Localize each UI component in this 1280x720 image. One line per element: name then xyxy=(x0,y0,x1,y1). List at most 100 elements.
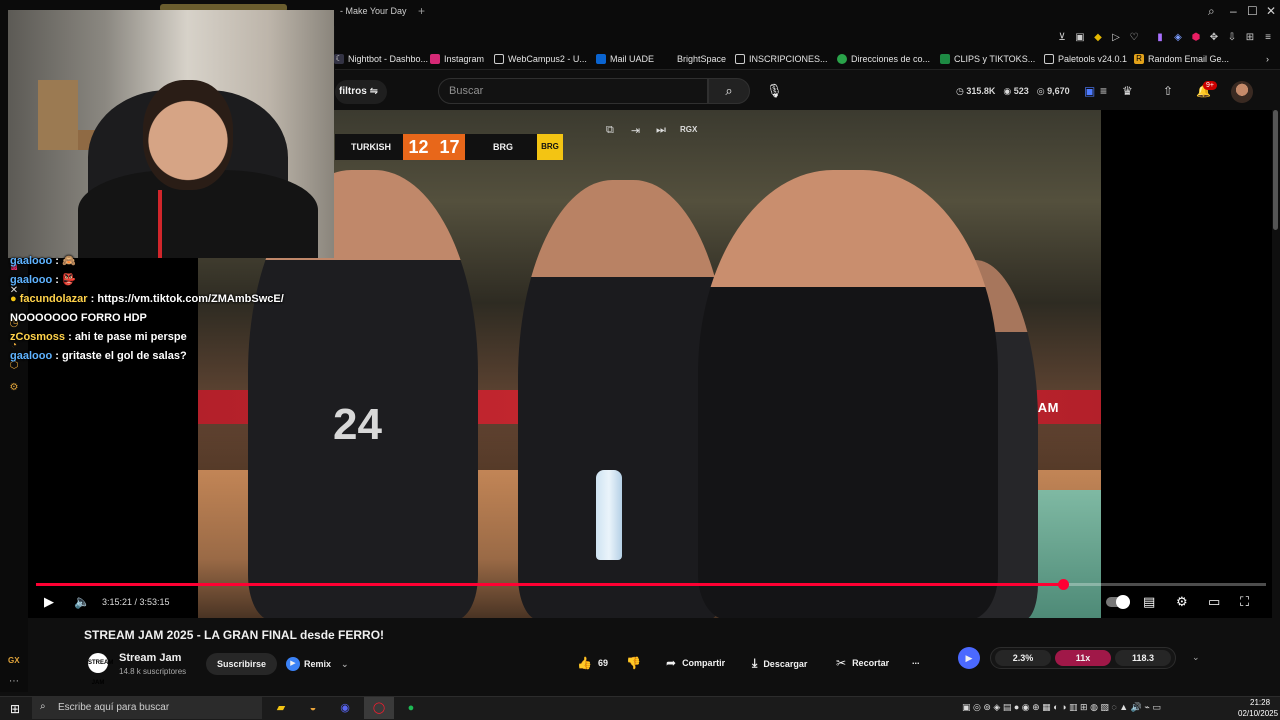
maximize-icon[interactable]: ☐ xyxy=(1247,4,1258,18)
channel-name[interactable]: Stream Jam xyxy=(119,652,181,664)
download-icon[interactable]: ⇩ xyxy=(1226,32,1238,44)
trophy-icon[interactable]: ♛ xyxy=(1122,84,1133,98)
file-explorer-icon[interactable]: ▰ xyxy=(270,699,292,717)
filters-button[interactable]: filtros ⇋ xyxy=(335,80,387,104)
close-icon[interactable]: ✕ xyxy=(1266,4,1276,18)
extension-play-icon[interactable]: ▶ xyxy=(958,647,980,669)
list-icon[interactable]: ≡ xyxy=(1100,84,1107,98)
download-button[interactable]: ⤓ Descargar xyxy=(752,656,807,671)
extension-icon[interactable]: ▣ xyxy=(1084,84,1095,98)
outlook-icon xyxy=(596,54,606,64)
miniplayer-icon[interactable]: ⧉ xyxy=(606,124,614,137)
microphone-icon[interactable]: 🎙 xyxy=(766,83,783,99)
chat-message: gaalooo : gritaste el gol de salas? xyxy=(10,347,330,366)
bookmark-brightspace[interactable]: BrightSpace xyxy=(677,54,726,64)
app-icon[interactable]: ◒ xyxy=(302,699,324,717)
thumbs-up-icon: 👍 xyxy=(577,656,592,670)
pin-icon[interactable]: ⊻ xyxy=(1056,32,1068,44)
chat-text: : 🙈 xyxy=(55,255,76,267)
tab-title[interactable]: - Make Your Day xyxy=(340,6,407,16)
skip-icon[interactable]: ⏭ xyxy=(656,124,666,137)
chat-message: zCosmoss : ahi te pase mi perspe xyxy=(10,328,330,347)
bookmark-nightbot[interactable]: ☾ Nightbot - Dashbo... xyxy=(334,54,428,64)
share-button[interactable]: ➦ Compartir xyxy=(666,656,725,670)
heart-icon[interactable]: ♡ xyxy=(1128,32,1140,44)
sidebar-more-icon[interactable]: ⋯ xyxy=(8,676,20,688)
subscribe-button[interactable]: Suscribirse xyxy=(206,653,277,675)
bookmark-paletools[interactable]: Paletools v24.0.1 xyxy=(1044,54,1127,64)
snapshot-icon[interactable]: ▣ xyxy=(1074,32,1086,44)
bookmarks-overflow-icon[interactable]: › xyxy=(1266,54,1269,64)
more-actions-button[interactable]: ... xyxy=(912,656,920,666)
clock-date[interactable]: 02/10/2025 xyxy=(1238,709,1278,718)
chat-text: : gritaste el gol de salas? xyxy=(55,350,187,362)
windows-start-icon[interactable]: ⊞ xyxy=(10,702,20,716)
fullscreen-icon[interactable]: ⛶ xyxy=(1240,594,1249,610)
rgx-label[interactable]: RGX xyxy=(680,125,697,134)
taskbar-search-input[interactable]: Escribe aquí para buscar xyxy=(32,697,262,719)
r-icon: R xyxy=(1134,54,1144,64)
likes-stat: ◎ 9,670 xyxy=(1036,86,1070,96)
extensions-icon[interactable]: ✥ xyxy=(1208,32,1220,44)
scrubber-handle[interactable] xyxy=(1058,579,1070,590)
chat-text: : 👺 xyxy=(55,274,76,286)
remix-button[interactable]: ▶ Remix ⌄ xyxy=(286,653,349,675)
bookmark-direcciones[interactable]: Direcciones de co... xyxy=(837,54,930,64)
play-button[interactable]: ▶ xyxy=(44,594,54,610)
team-logo: BRG xyxy=(537,134,563,160)
dislike-button[interactable]: 👎 xyxy=(626,656,641,670)
twitch-icon[interactable]: ▮ xyxy=(1154,32,1166,44)
sidebar-settings-icon[interactable]: ⚙ xyxy=(8,382,20,394)
bookmark-label: CLIPS y TIKTOKS... xyxy=(954,54,1036,64)
avatar[interactable] xyxy=(1231,81,1253,103)
bookmark-label: BrightSpace xyxy=(677,54,727,64)
chevron-down-icon[interactable]: ⌄ xyxy=(1192,652,1200,663)
opera-gx-icon[interactable]: ◯ xyxy=(368,699,390,717)
bookmark-mail-uade[interactable]: Mail UADE xyxy=(596,54,654,64)
spotify-icon[interactable]: ● xyxy=(400,699,422,717)
bookmark-instagram[interactable]: Instagram xyxy=(430,54,484,64)
webcam-bag xyxy=(38,80,78,150)
autoplay-knob xyxy=(1116,595,1130,609)
bookmark-random-email[interactable]: R Random Email Ge... xyxy=(1134,54,1229,64)
extension-2-icon[interactable]: ⬢ xyxy=(1190,32,1202,44)
shield-icon[interactable]: ◆ xyxy=(1092,32,1104,44)
search-tabs-icon[interactable]: ⌕ xyxy=(1208,4,1215,19)
scissors-icon: ✂ xyxy=(836,656,847,670)
theater-mode-icon[interactable]: ▭ xyxy=(1208,594,1220,610)
easy-setup-icon[interactable]: ⊞ xyxy=(1244,32,1256,44)
remix-label: Remix xyxy=(304,659,332,669)
bookmark-label: Mail UADE xyxy=(610,54,655,64)
bookmark-label: Nightbot - Dashbo... xyxy=(348,54,429,64)
like-button[interactable]: 👍 69 xyxy=(577,656,608,670)
chat-message: ● facundolazar : https://vm.tiktok.com/Z… xyxy=(10,290,330,309)
chevron-down-icon[interactable]: ⌄ xyxy=(341,653,349,675)
search-button[interactable]: ⌕ xyxy=(708,78,750,104)
away-score: 17 xyxy=(434,134,465,160)
minimize-icon[interactable]: – xyxy=(1230,4,1237,18)
clock-time[interactable]: 21:28 xyxy=(1250,698,1270,707)
new-tab-icon[interactable]: + xyxy=(418,4,425,18)
play-icon[interactable]: ▷ xyxy=(1110,32,1122,44)
chat-text: : ahi te pase mi perspe xyxy=(68,331,187,343)
subtitles-icon[interactable]: ▤ xyxy=(1143,594,1155,610)
settings-icon[interactable]: ⚙ xyxy=(1176,594,1188,610)
search-input[interactable]: Buscar xyxy=(438,78,708,104)
bookmark-clips[interactable]: CLIPS y TIKTOKS... xyxy=(940,54,1035,64)
nightbot-icon: ☾ xyxy=(334,54,344,64)
remix-icon: ▶ xyxy=(286,657,300,671)
page-scrollbar[interactable] xyxy=(1273,110,1278,230)
discord-icon[interactable]: ◉ xyxy=(334,699,356,717)
upload-icon[interactable]: ⇧ xyxy=(1163,84,1173,98)
extension-icon[interactable]: ◈ xyxy=(1172,32,1184,44)
bookmark-inscripciones[interactable]: INSCRIPCIONES... xyxy=(735,54,828,64)
cast-icon[interactable]: ⇥ xyxy=(631,124,640,137)
tray-icons[interactable]: ▣ ◎ ⊚ ◈ ▤ ● ◉ ⊕ ▦ ◐ ◑ ▥ ⊞ ◍ ▧ ◌ ▲ 🔊 ⌁ ▭ xyxy=(962,702,1161,713)
bookmark-webcampus[interactable]: WebCampus2 - U... xyxy=(494,54,587,64)
chat-text: : https://vm.tiktok.com/ZMAmbSwcE/ xyxy=(90,293,284,305)
menu-icon[interactable]: ≡ xyxy=(1262,32,1274,44)
clip-button[interactable]: ✂ Recortar xyxy=(836,656,889,670)
volume-icon[interactable]: 🔈 xyxy=(74,594,90,610)
player-figure xyxy=(698,170,998,618)
channel-avatar[interactable]: STREAM JAM xyxy=(88,653,113,686)
